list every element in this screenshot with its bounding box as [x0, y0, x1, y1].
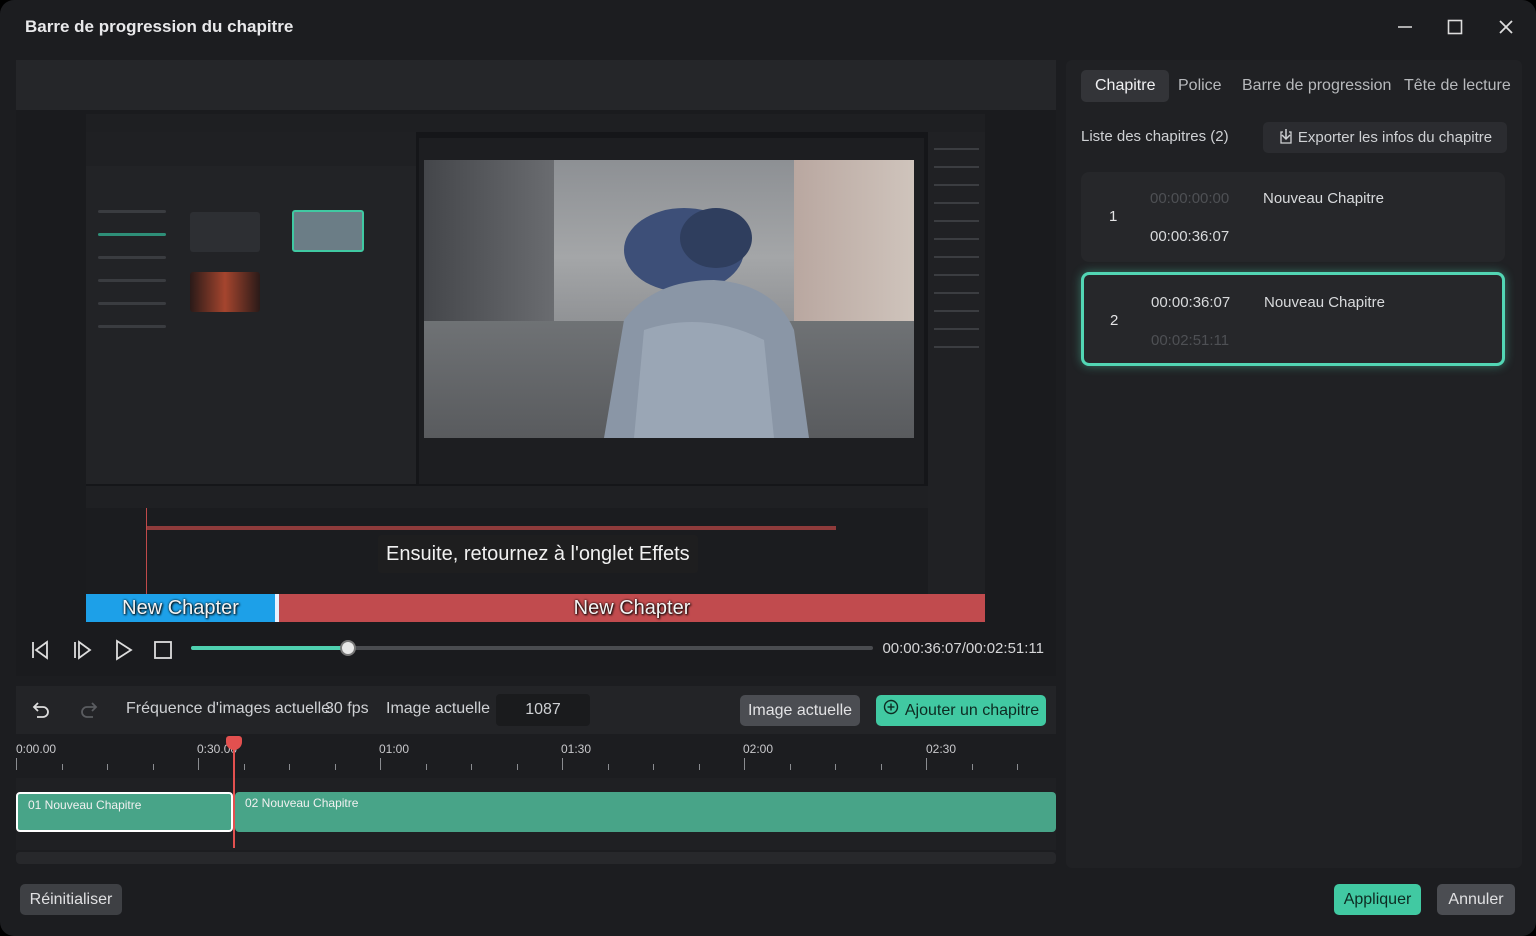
- play-icon[interactable]: [111, 638, 135, 662]
- embedded-menubar: [86, 114, 985, 132]
- ruler-tick: [698, 764, 700, 770]
- timeline-scrollbar[interactable]: [16, 852, 1056, 864]
- playback-controls: 00:00:36:07/00:02:51:11: [16, 624, 1056, 676]
- playback-progress: [191, 646, 348, 650]
- embedded-media-panel: [86, 132, 416, 484]
- frame-input[interactable]: 1087: [496, 694, 590, 726]
- minimize-icon[interactable]: [1390, 12, 1420, 42]
- ruler-tick: [880, 764, 882, 770]
- chapter-clip-1[interactable]: 01 Nouveau Chapitre: [16, 792, 233, 832]
- chapter-number: 2: [1110, 312, 1119, 329]
- plus-circle-icon: [883, 695, 899, 726]
- video-frame: [86, 114, 985, 594]
- tab-chapitre[interactable]: Chapitre: [1081, 70, 1170, 102]
- framerate-label: Fréquence d'images actuelle: [126, 700, 331, 717]
- ruler-tick: [471, 764, 472, 770]
- ruler-tick: [198, 758, 199, 770]
- undo-icon[interactable]: [28, 698, 52, 722]
- chapter-timeline: 01 Nouveau Chapitre 02 Nouveau Chapitre: [16, 778, 1056, 850]
- edit-toolbar: Fréquence d'images actuelle 30 fps Image…: [16, 686, 1056, 734]
- stop-icon[interactable]: [151, 638, 175, 662]
- title-bar: Barre de progression du chapitre: [0, 0, 1536, 54]
- tab-police[interactable]: Police: [1178, 70, 1222, 102]
- add-chapter-button[interactable]: Ajouter un chapitre: [876, 695, 1046, 726]
- ruler-tick: [835, 764, 836, 770]
- chapter-card-1[interactable]: 1 00:00:00:00 00:00:36:07 Nouveau Chapit…: [1081, 172, 1505, 262]
- ruler-tick: [744, 758, 745, 770]
- export-label: Exporter les infos du chapitre: [1297, 129, 1493, 146]
- ruler-tick: [289, 764, 290, 770]
- playback-slider[interactable]: [191, 640, 873, 656]
- reset-button[interactable]: Réinitialiser: [20, 884, 122, 915]
- time-ruler[interactable]: 0:00.00 0:30.00 01:00 01:30 02:00 02:30: [16, 734, 1056, 778]
- ruler-tick: [926, 758, 927, 770]
- chapter-name: Nouveau Chapitre: [1264, 294, 1385, 311]
- chapter-start-time: 00:00:00:00: [1150, 190, 1230, 207]
- ruler-tick: [61, 764, 63, 770]
- frame-label: Image actuelle: [386, 700, 491, 717]
- previous-frame-icon[interactable]: [28, 638, 52, 662]
- timeline-playhead[interactable]: [233, 736, 235, 848]
- ruler-tick: [380, 758, 381, 770]
- chapter-segment-2: New Chapter: [279, 594, 985, 622]
- add-chapter-label: Ajouter un chapitre: [904, 702, 1040, 719]
- video-caption: Ensuite, retournez à l'onglet Effets: [378, 535, 698, 573]
- ruler-label: 01:00: [379, 742, 410, 756]
- chapter-name: Nouveau Chapitre: [1263, 190, 1384, 207]
- ruler-label: 02:00: [743, 742, 774, 756]
- current-frame-button[interactable]: Image actuelle: [740, 695, 860, 726]
- ruler-tick: [789, 764, 791, 770]
- chapter-progress-dialog: Barre de progression du chapitre Ensuite…: [0, 0, 1536, 936]
- ruler-tick: [562, 758, 563, 770]
- ruler-label: 02:30: [926, 742, 957, 756]
- window-title: Barre de progression du chapitre: [25, 17, 294, 36]
- ruler-tick: [334, 764, 336, 770]
- playback-knob[interactable]: [339, 640, 356, 656]
- ruler-tick: [425, 764, 427, 770]
- tab-progress-bar[interactable]: Barre de progression: [1242, 70, 1391, 102]
- chapter-list-title: Liste des chapitres (2): [1081, 128, 1229, 145]
- chapter-progress-bar: New Chapter New Chapter: [86, 594, 985, 622]
- ruler-tick: [1017, 764, 1018, 770]
- chapter-clip-2[interactable]: 02 Nouveau Chapitre: [235, 792, 1056, 832]
- ruler-tick: [243, 764, 245, 770]
- tab-playhead[interactable]: Tête de lecture: [1404, 70, 1511, 102]
- preview-header: [16, 60, 1056, 110]
- ruler-tick: [607, 764, 609, 770]
- chapter-start-time: 00:00:36:07: [1151, 294, 1231, 311]
- close-icon[interactable]: [1491, 12, 1521, 42]
- timecode: 00:00:36:07/00:02:51:11: [882, 640, 1044, 657]
- chapter-segment-1: New Chapter: [86, 594, 275, 622]
- chapter-number: 1: [1109, 208, 1118, 225]
- export-icon: [1278, 127, 1294, 149]
- redo-icon[interactable]: [78, 698, 102, 722]
- export-chapter-info-button[interactable]: Exporter les infos du chapitre: [1263, 122, 1507, 153]
- ruler-label: 0:00.00: [16, 742, 57, 756]
- ruler-tick: [516, 764, 518, 770]
- chapter-end-time: 00:02:51:11: [1151, 332, 1230, 349]
- ruler-label: 01:30: [561, 742, 592, 756]
- next-frame-icon[interactable]: [70, 638, 94, 662]
- cancel-button[interactable]: Annuler: [1437, 884, 1515, 915]
- video-preview: Ensuite, retournez à l'onglet Effets New…: [16, 110, 1056, 624]
- ruler-tick: [971, 764, 973, 770]
- chapter-end-time: 00:00:36:07: [1150, 228, 1230, 245]
- embedded-properties-panel: [928, 132, 985, 594]
- settings-panel: Chapitre Police Barre de progression Têt…: [1066, 60, 1522, 868]
- chapter-card-2[interactable]: 2 00:00:36:07 00:02:51:11 Nouveau Chapit…: [1081, 272, 1505, 366]
- ruler-tick: [107, 764, 108, 770]
- framerate-value: 30 fps: [325, 700, 369, 717]
- maximize-icon[interactable]: [1440, 12, 1470, 42]
- ruler-tick: [152, 764, 154, 770]
- embedded-video-image: [424, 160, 914, 438]
- ruler-tick: [16, 758, 17, 770]
- ruler-tick: [653, 764, 654, 770]
- apply-button[interactable]: Appliquer: [1334, 884, 1421, 915]
